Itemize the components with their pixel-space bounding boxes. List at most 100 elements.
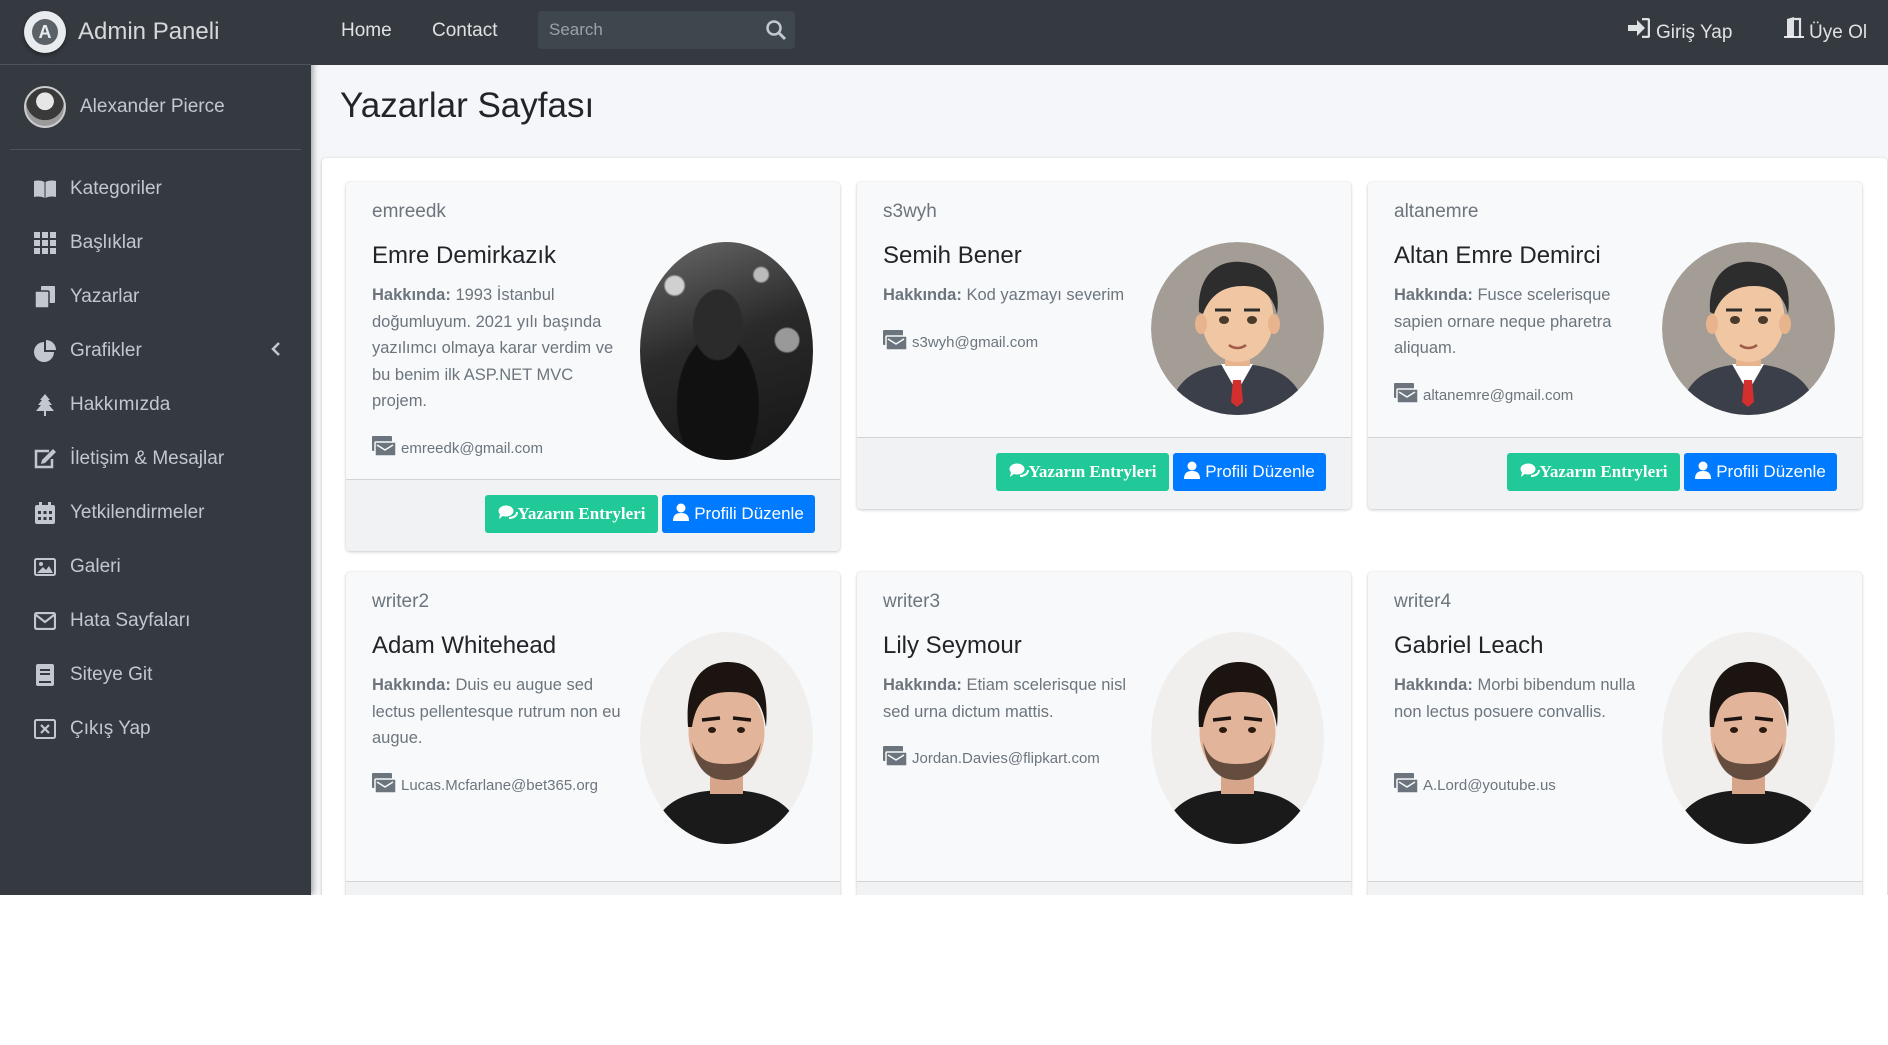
writer-photo	[640, 632, 813, 844]
writer-card: writer4 Gabriel Leach Hakkında: Morbi bi…	[1368, 572, 1862, 895]
app-viewport: A Admin Paneli Alexander Pierce Kategori…	[0, 0, 1888, 895]
writer-photo	[1662, 242, 1835, 415]
writer-about: Hakkında: Duis eu augue sed lectus pelle…	[372, 676, 621, 747]
email-icon	[1394, 383, 1419, 407]
sidebar: A Admin Paneli Alexander Pierce Kategori…	[0, 0, 311, 895]
email-icon	[883, 746, 908, 770]
book-open-icon	[32, 664, 58, 686]
writer-entries-button[interactable]: Yazarın Entryleri	[1507, 453, 1680, 491]
writer-name: Adam Whitehead	[372, 632, 557, 659]
writer-photo	[1151, 632, 1324, 844]
writer-photo	[1151, 242, 1324, 415]
writer-email: Jordan.Davies@flipkart.com	[883, 746, 1100, 770]
sidebar-item-label: Yazarlar	[70, 286, 140, 307]
writer-email: A.Lord@youtube.us	[1394, 773, 1556, 797]
writer-card: emreedk Emre Demirkazık Hakkında: 1993 İ…	[346, 182, 840, 551]
card-footer: Yazarın Entryleri Profili Düzenle	[1368, 437, 1862, 509]
nav-contact-link[interactable]: Contact	[432, 0, 497, 65]
card-footer: Yazarın Entryleri Profili Düzenle	[857, 437, 1351, 509]
user-name: Alexander Pierce	[80, 96, 225, 117]
sidebar-item-hata-sayfalari[interactable]: Hata Sayfaları	[0, 594, 311, 648]
sidebar-item-label: Çıkış Yap	[70, 718, 151, 739]
card-footer: Yazarın Entryleri Profili Düzenle	[857, 881, 1351, 895]
image-icon	[32, 556, 58, 578]
writer-about: Hakkında: 1993 İstanbul doğumluyum. 2021…	[372, 286, 614, 410]
writer-name: Emre Demirkazık	[372, 242, 557, 269]
sidebar-item-label: Yetkilendirmeler	[70, 502, 205, 523]
brand-link[interactable]: A Admin Paneli	[0, 0, 311, 65]
writer-photo	[640, 242, 813, 460]
email-icon	[1394, 773, 1419, 797]
writer-email: altanemre@gmail.com	[1394, 383, 1573, 407]
copy-icon	[32, 286, 58, 308]
writer-entries-button[interactable]: Yazarın Entryleri	[996, 453, 1169, 491]
register-link[interactable]: Üye Ol	[1784, 0, 1867, 65]
calendar-icon	[32, 502, 58, 524]
writer-username: writer4	[1394, 591, 1452, 612]
writer-email: emreedk@gmail.com	[372, 436, 543, 460]
writer-card: altanemre Altan Emre Demirci Hakkında: F…	[1368, 182, 1862, 509]
register-label: Üye Ol	[1809, 22, 1868, 43]
sidebar-item-yetkilendirmeler[interactable]: Yetkilendirmeler	[0, 486, 311, 540]
card-footer: Yazarın Entryleri Profili Düzenle	[346, 881, 840, 895]
sidebar-item-label: Galeri	[70, 556, 121, 577]
comments-icon	[1009, 462, 1029, 483]
email-icon	[883, 330, 908, 354]
sidebar-item-yazarlar[interactable]: Yazarlar	[0, 270, 311, 324]
writer-username: s3wyh	[883, 201, 937, 222]
writer-email: Lucas.Mcfarlane@bet365.org	[372, 773, 598, 797]
edit-profile-button[interactable]: Profili Düzenle	[662, 495, 815, 533]
sidebar-item-label: Hata Sayfaları	[70, 610, 191, 631]
sidebar-item-iletisim[interactable]: İletişim & Mesajlar	[0, 432, 311, 486]
writer-about: Hakkında: Kod yazmayı severim	[883, 286, 1125, 304]
login-label: Giriş Yap	[1656, 22, 1733, 43]
user-icon	[673, 503, 690, 526]
edit-profile-button[interactable]: Profili Düzenle	[1684, 453, 1837, 491]
writer-about: Hakkında: Etiam scelerisque nisl sed urn…	[883, 676, 1127, 721]
grid-icon	[32, 232, 58, 254]
user-panel[interactable]: Alexander Pierce	[10, 65, 301, 150]
email-icon	[372, 436, 397, 460]
sidebar-item-cikis-yap[interactable]: Çıkış Yap	[0, 702, 311, 756]
sidebar-item-label: Kategoriler	[70, 178, 162, 199]
sidebar-item-galeri[interactable]: Galeri	[0, 540, 311, 594]
chevron-left-icon	[271, 341, 281, 363]
tree-icon	[32, 394, 58, 416]
brand-logo-icon: A	[24, 11, 66, 53]
sidebar-item-label: Hakkımızda	[70, 394, 171, 415]
writer-card: writer3 Lily Seymour Hakkında: Etiam sce…	[857, 572, 1351, 895]
pie-chart-icon	[32, 340, 58, 362]
writer-name: Gabriel Leach	[1394, 632, 1544, 659]
sidebar-item-label: Siteye Git	[70, 664, 153, 685]
sidebar-item-siteye-git[interactable]: Siteye Git	[0, 648, 311, 702]
top-navbar: Home Contact Giriş Yap Üye Ol	[311, 0, 1888, 65]
brand-title: Admin Paneli	[78, 18, 220, 45]
sidebar-item-hakkimizda[interactable]: Hakkımızda	[0, 378, 311, 432]
writer-username: writer2	[372, 591, 430, 612]
envelope-icon	[32, 610, 58, 632]
login-link[interactable]: Giriş Yap	[1628, 0, 1732, 65]
email-icon	[372, 773, 397, 797]
door-icon	[1784, 2, 1804, 63]
close-square-icon	[32, 718, 58, 740]
writer-name: Semih Bener	[883, 242, 1022, 269]
writer-name: Altan Emre Demirci	[1394, 242, 1601, 269]
sidebar-item-grafikler[interactable]: Grafikler	[0, 324, 311, 378]
search-input[interactable]	[538, 11, 753, 49]
writer-username: emreedk	[372, 201, 446, 222]
user-icon	[1695, 461, 1712, 484]
search-icon[interactable]	[765, 19, 787, 41]
sign-in-icon	[1628, 2, 1651, 63]
sidebar-item-kategoriler[interactable]: Kategoriler	[0, 162, 311, 216]
writer-email: s3wyh@gmail.com	[883, 330, 1038, 354]
sidebar-item-basliklar[interactable]: Başlıklar	[0, 216, 311, 270]
avatar	[24, 86, 66, 128]
edit-profile-button[interactable]: Profili Düzenle	[1173, 453, 1326, 491]
comments-icon	[498, 504, 518, 525]
card-footer: Yazarın Entryleri Profili Düzenle	[1368, 881, 1862, 895]
writer-username: altanemre	[1394, 201, 1479, 222]
writer-entries-button[interactable]: Yazarın Entryleri	[485, 495, 658, 533]
nav-home-link[interactable]: Home	[341, 0, 392, 65]
sidebar-item-label: Grafikler	[70, 340, 142, 361]
comments-icon	[1520, 462, 1540, 483]
